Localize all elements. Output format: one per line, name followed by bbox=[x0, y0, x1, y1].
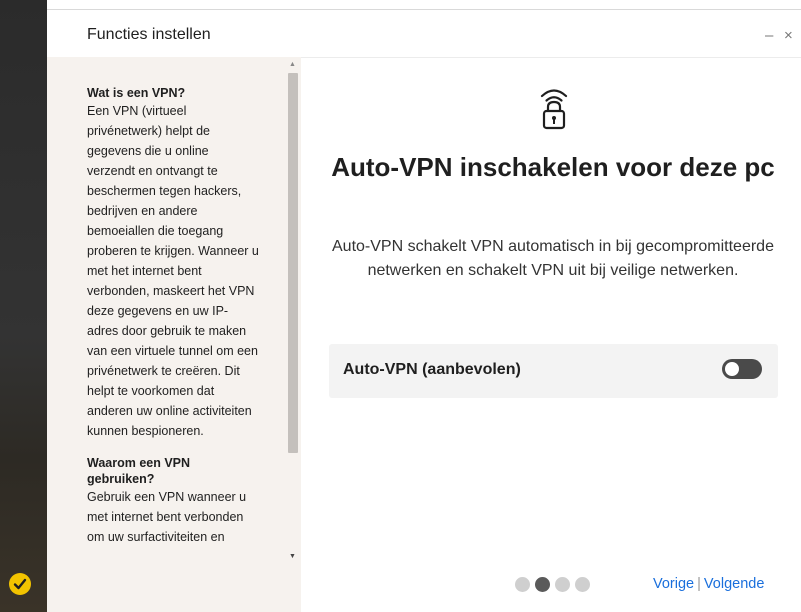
auto-vpn-label: Auto-VPN (aanbevolen) bbox=[343, 361, 521, 378]
page-description: Auto-VPN schakelt VPN automatisch in bij… bbox=[332, 238, 774, 279]
close-button[interactable]: × bbox=[784, 28, 793, 43]
step-progress-dots bbox=[515, 577, 595, 593]
step-dot-3 bbox=[555, 577, 570, 592]
auto-vpn-setting-row: Auto-VPN (aanbevolen) bbox=[329, 344, 778, 398]
wifi-lock-icon bbox=[540, 89, 568, 130]
info-content: Wat is een VPN? Een VPN (virtueel privén… bbox=[87, 85, 259, 561]
left-app-strip bbox=[0, 0, 47, 612]
nav-separator: | bbox=[697, 576, 701, 592]
step-dot-2 bbox=[535, 577, 550, 592]
info-body-why: Gebruik een VPN wanneer u met internet b… bbox=[87, 490, 247, 544]
info-heading-why: Waarom een VPN gebruiken? bbox=[87, 456, 191, 486]
info-scrollbar[interactable]: ▲ ▼ bbox=[286, 57, 300, 569]
step-dot-4 bbox=[575, 577, 590, 592]
next-link[interactable]: Volgende bbox=[704, 576, 764, 592]
scroll-thumb[interactable] bbox=[288, 73, 298, 453]
wizard-navigation: Vorige | Volgende bbox=[653, 576, 764, 592]
scroll-down-arrow-icon[interactable]: ▼ bbox=[289, 553, 296, 560]
page-headline: Auto-VPN inschakelen voor deze pc bbox=[331, 152, 775, 182]
toggle-knob bbox=[725, 362, 739, 376]
norton-check-logo-icon bbox=[9, 573, 31, 595]
scroll-up-arrow-icon[interactable]: ▲ bbox=[289, 61, 296, 68]
previous-link[interactable]: Vorige bbox=[653, 576, 694, 592]
window-title: Functies instellen bbox=[87, 26, 211, 43]
title-bar: Functies instellen – × bbox=[47, 10, 801, 58]
minimize-button[interactable]: – bbox=[765, 28, 773, 43]
auto-vpn-toggle[interactable] bbox=[722, 359, 762, 379]
info-heading-what: Wat is een VPN? bbox=[87, 86, 186, 100]
info-panel: Wat is een VPN? Een VPN (virtueel privén… bbox=[47, 57, 301, 612]
step-dot-1 bbox=[515, 577, 530, 592]
info-body-what: Een VPN (virtueel privénetwerk) helpt de… bbox=[87, 104, 259, 438]
